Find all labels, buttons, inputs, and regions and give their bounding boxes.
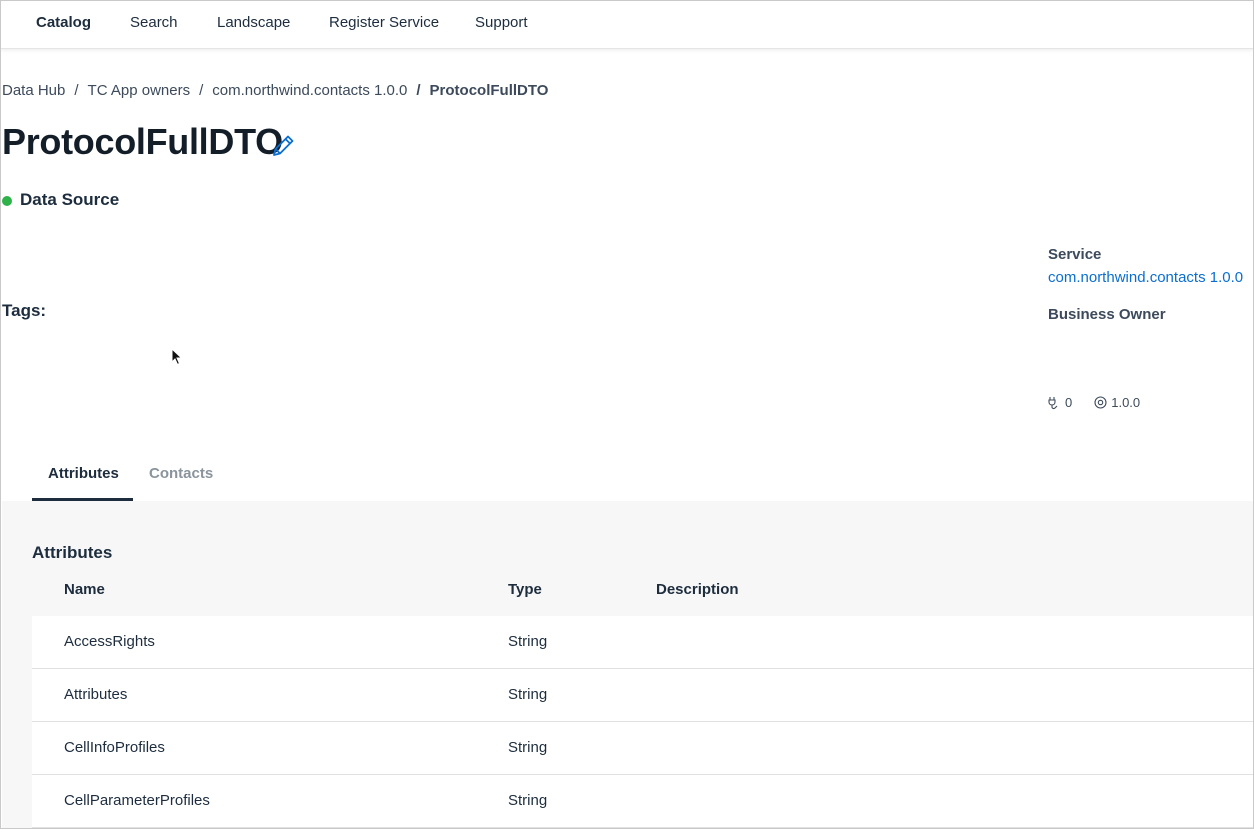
connections-count: 0 [1065, 395, 1073, 410]
service-link[interactable]: com.northwind.contacts 1.0.0 [1048, 269, 1243, 286]
attribute-name: AccessRights [64, 633, 155, 650]
attribute-type: String [508, 739, 548, 756]
table-row[interactable]: CellInfoProfiles String [32, 722, 1253, 775]
table-row[interactable]: Attributes String [32, 669, 1253, 722]
plug-icon [1047, 396, 1061, 410]
version-value: 1.0.0 [1111, 395, 1141, 410]
service-label: Service [1048, 246, 1102, 263]
tab-attributes[interactable]: Attributes [48, 456, 119, 501]
column-header-description: Description [656, 581, 739, 598]
column-header-name: Name [64, 581, 105, 598]
attributes-section-title: Attributes [32, 543, 113, 562]
breadcrumb-separator: / [199, 82, 204, 99]
attribute-name: Attributes [64, 686, 128, 703]
breadcrumb-separator: / [416, 82, 421, 99]
nav-support[interactable]: Support [475, 14, 528, 31]
top-navigation: Catalog Search Landscape Register Servic… [1, 1, 1253, 49]
column-header-type: Type [508, 581, 542, 598]
pencil-icon[interactable] [269, 132, 297, 160]
table-row[interactable]: CellParameterProfiles String [32, 775, 1253, 828]
version-icon [1094, 396, 1107, 409]
attribute-type: String [508, 633, 548, 650]
table-row[interactable]: AccessRights String [32, 616, 1253, 669]
mouse-cursor-icon [171, 347, 183, 366]
nav-register-service[interactable]: Register Service [329, 14, 439, 31]
attribute-type: String [508, 686, 548, 703]
attribute-type: String [508, 792, 548, 809]
breadcrumb-data-hub[interactable]: Data Hub [2, 82, 65, 99]
attribute-name: CellParameterProfiles [64, 792, 210, 809]
status-indicator-dot [2, 196, 12, 206]
data-source-label: Data Source [20, 190, 120, 209]
nav-search[interactable]: Search [130, 14, 178, 31]
tab-contacts[interactable]: Contacts [149, 456, 213, 501]
page-title: ProtocolFullDTO [2, 121, 283, 162]
breadcrumb: Data Hub / TC App owners / com.northwind.con… [2, 82, 548, 99]
breadcrumb-separator: / [74, 82, 79, 99]
app-window: Catalog Search Landscape Register Servic… [0, 0, 1254, 829]
service-meta: 0 1.0.0 [1047, 395, 1140, 410]
attributes-table-body: AccessRights String Attributes String Ce… [32, 616, 1253, 828]
attribute-name: CellInfoProfiles [64, 739, 165, 756]
breadcrumb-tc-app-owners[interactable]: TC App owners [88, 82, 191, 99]
breadcrumb-service[interactable]: com.northwind.contacts 1.0.0 [212, 82, 407, 99]
breadcrumb-current: ProtocolFullDTO [429, 82, 549, 99]
nav-landscape[interactable]: Landscape [217, 14, 290, 31]
business-owner-label: Business Owner [1048, 306, 1166, 323]
tags-label: Tags: [2, 301, 47, 320]
nav-catalog[interactable]: Catalog [36, 14, 91, 31]
attributes-panel: Attributes Name Type Description AccessR… [2, 501, 1253, 828]
